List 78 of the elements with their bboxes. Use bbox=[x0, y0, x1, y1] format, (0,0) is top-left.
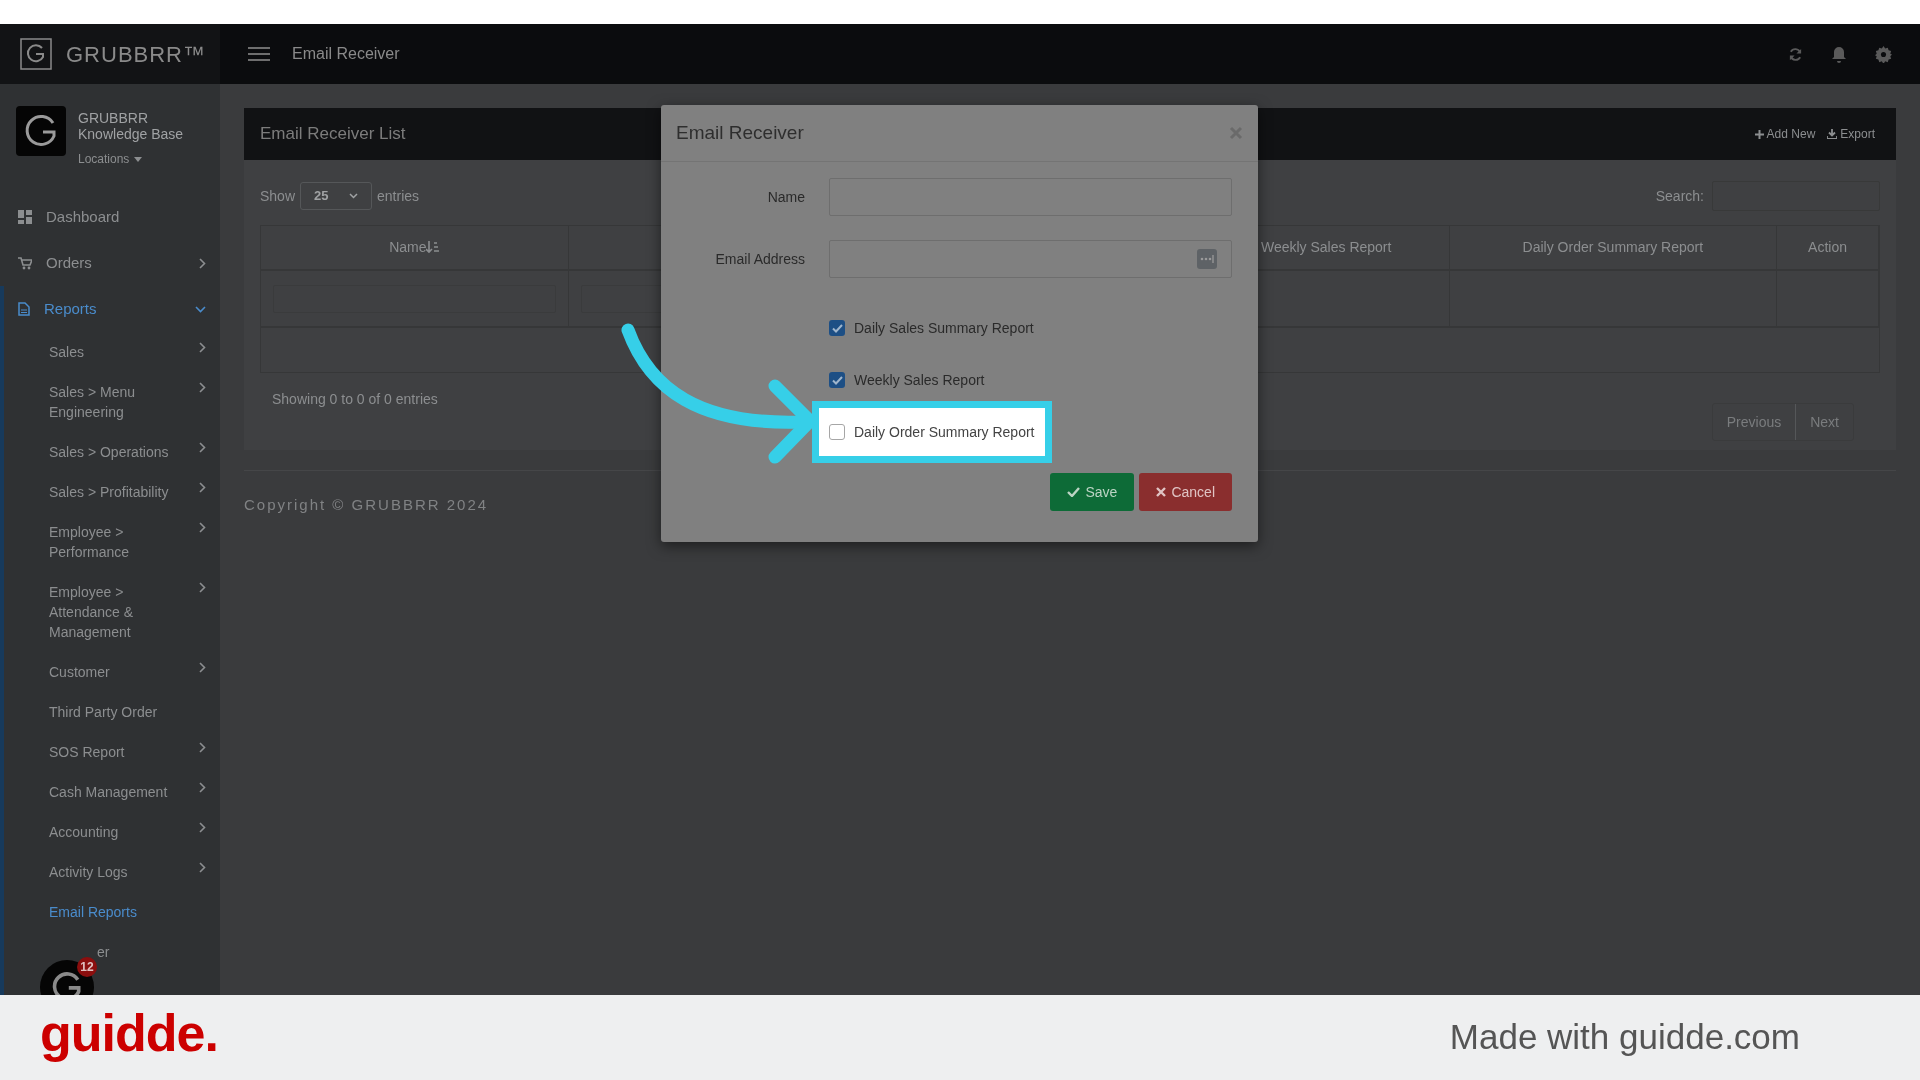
refresh-icon[interactable] bbox=[1788, 46, 1803, 62]
chevron-down-icon bbox=[195, 305, 206, 313]
checkbox-label: Weekly Sales Report bbox=[854, 370, 985, 390]
brand-name: GRUBBRR™ bbox=[66, 40, 206, 69]
field-label: Name bbox=[766, 187, 805, 207]
chevron-right-icon bbox=[199, 822, 206, 833]
chevron-right-icon bbox=[199, 862, 206, 873]
page-length-select[interactable]: 25 bbox=[300, 182, 373, 210]
chevron-right-icon bbox=[199, 782, 206, 793]
chevron-right-icon bbox=[199, 522, 206, 533]
submenu-item[interactable]: Employee > Performance bbox=[0, 512, 220, 572]
copyright-text: Copyright © GRUBBRR 2024 bbox=[244, 496, 489, 513]
column-header[interactable]: Action bbox=[1777, 226, 1879, 269]
notification-icon[interactable] bbox=[1831, 45, 1847, 63]
cancel-button[interactable]: Cancel bbox=[1139, 473, 1232, 511]
guidde-logo: guidde. bbox=[40, 1006, 218, 1064]
chevron-right-icon bbox=[199, 482, 206, 493]
chevron-right-icon bbox=[199, 742, 206, 753]
table-info: Showing 0 to 0 of 0 entries bbox=[272, 390, 438, 409]
submenu-item[interactable]: Accounting bbox=[0, 812, 220, 852]
close-icon bbox=[1156, 487, 1167, 497]
chevron-right-icon bbox=[199, 442, 206, 453]
chevron-right-icon bbox=[199, 257, 206, 269]
plus-icon bbox=[1754, 129, 1764, 139]
checkbox-label: Daily Sales Summary Report bbox=[854, 318, 1034, 338]
checkbox[interactable] bbox=[829, 372, 845, 388]
add-new-button[interactable]: Add New bbox=[1754, 125, 1816, 143]
cart-icon bbox=[18, 256, 32, 270]
menu-icon[interactable] bbox=[248, 46, 270, 62]
submenu-item[interactable]: Customer bbox=[0, 652, 220, 692]
checkbox[interactable] bbox=[829, 320, 845, 336]
column-header[interactable]: Name bbox=[261, 226, 569, 269]
submenu-item[interactable]: Sales > Operations bbox=[0, 432, 220, 472]
submenu-item[interactable]: Activity Logs bbox=[0, 852, 220, 892]
checkbox[interactable] bbox=[829, 424, 845, 440]
chevron-right-icon bbox=[199, 582, 206, 593]
show-label: Show bbox=[260, 186, 296, 206]
submenu-item[interactable]: Sales bbox=[0, 332, 220, 372]
settings-icon[interactable] bbox=[1875, 45, 1892, 63]
sidebar-item[interactable]: Orders bbox=[0, 240, 220, 286]
submenu-item[interactable]: Email Reports bbox=[0, 892, 220, 932]
sidebar-item[interactable]: Reports bbox=[0, 286, 220, 332]
download-icon bbox=[1827, 129, 1838, 139]
column-header[interactable]: Daily Order Summary Report bbox=[1449, 226, 1778, 269]
field-label: Email Address bbox=[714, 249, 805, 269]
submenu-item[interactable]: SOS Report bbox=[0, 732, 220, 772]
checkbox-label: Daily Order Summary Report bbox=[854, 422, 1035, 442]
submenu-item[interactable]: Third Party Order bbox=[0, 692, 220, 732]
autofill-icon bbox=[1197, 249, 1217, 269]
chevron-right-icon bbox=[199, 382, 206, 393]
submenu-item[interactable]: Sales > Profitability bbox=[0, 472, 220, 512]
page-title: Email Receiver bbox=[292, 44, 400, 64]
caret-icon bbox=[134, 156, 143, 162]
submenu-item[interactable]: Employee > Attendance & Management bbox=[0, 572, 220, 652]
submenu-item[interactable]: Cash Management bbox=[0, 772, 220, 812]
locations-dropdown[interactable]: Locations bbox=[78, 150, 143, 168]
check-icon bbox=[1067, 487, 1081, 497]
avatar-icon bbox=[16, 106, 66, 156]
submenu-item[interactable]: er bbox=[97, 942, 110, 962]
sort-icon bbox=[426, 241, 440, 254]
save-button[interactable]: Save bbox=[1050, 473, 1135, 511]
credit-text: Made with guidde.com bbox=[1449, 1016, 1800, 1059]
dialog-title: Email Receiver bbox=[676, 120, 804, 145]
email-field[interactable] bbox=[829, 240, 1232, 278]
document-icon bbox=[18, 302, 30, 316]
panel-title: Email Receiver List bbox=[260, 123, 406, 146]
search-label: Search: bbox=[1655, 186, 1704, 206]
chevron-right-icon bbox=[199, 662, 206, 673]
export-button[interactable]: Export bbox=[1827, 125, 1875, 143]
submenu-item[interactable]: Sales > Menu Engineering bbox=[0, 372, 220, 432]
sidebar-item[interactable]: Dashboard bbox=[0, 194, 220, 240]
profile-subtitle: Knowledge Base bbox=[78, 126, 184, 142]
caret-icon bbox=[349, 193, 359, 199]
entries-label: entries bbox=[377, 186, 420, 206]
profile-name: GRUBBRR bbox=[78, 109, 149, 126]
chevron-right-icon bbox=[199, 342, 206, 353]
logo-icon bbox=[20, 38, 52, 70]
dashboard-icon bbox=[18, 210, 32, 224]
